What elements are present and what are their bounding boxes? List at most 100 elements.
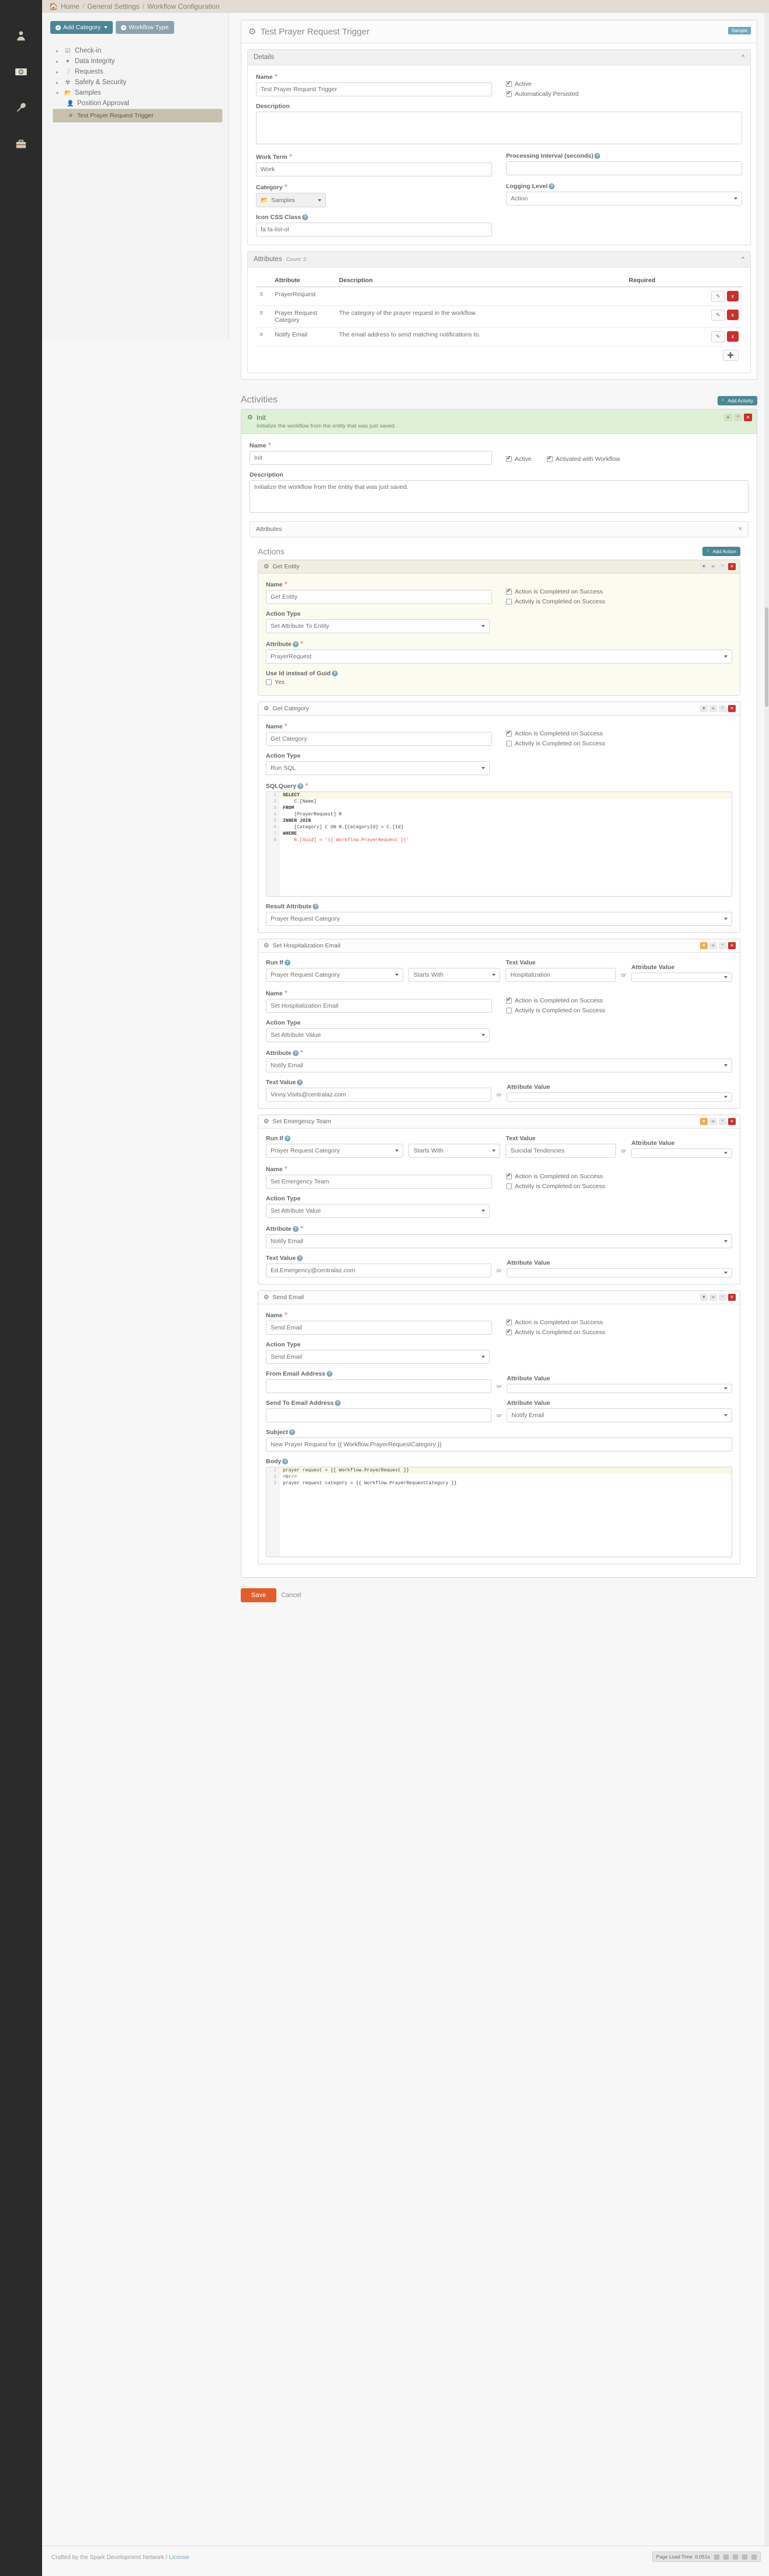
active-checkbox[interactable]: [506, 81, 512, 87]
reorder-icon[interactable]: ≡: [709, 1118, 717, 1125]
action-completed-checkbox[interactable]: [506, 1174, 512, 1179]
help-icon[interactable]: ?: [594, 153, 600, 159]
action-header[interactable]: ⚙ Set Emergency Team ▼ ≡ ^ ✕: [258, 1115, 740, 1129]
from-attribute-value-select[interactable]: [507, 1384, 732, 1393]
activity-active-checkbox[interactable]: [506, 456, 512, 462]
tree-item-check-in[interactable]: ▸ ☑ Check-in: [53, 46, 223, 56]
attribute-value-select[interactable]: [507, 1268, 732, 1277]
chevron-up-icon[interactable]: ^: [742, 54, 744, 61]
text-value-input[interactable]: [266, 1088, 491, 1102]
debug-icon-4[interactable]: [742, 2554, 747, 2560]
filter-icon[interactable]: ▼: [700, 1118, 708, 1125]
table-row[interactable]: ≡ Prayer Request Category The category o…: [256, 306, 742, 328]
attribute-value-select[interactable]: [507, 1092, 732, 1102]
help-icon[interactable]: ?: [302, 214, 308, 220]
action-completed-checkbox[interactable]: [506, 731, 512, 737]
activity-completed-checkbox[interactable]: [506, 1008, 512, 1013]
description-textarea[interactable]: [256, 112, 742, 144]
action-type-select[interactable]: Set Attribute Value: [266, 1028, 490, 1042]
action-name-input[interactable]: [266, 732, 492, 746]
debug-bar[interactable]: Page Load Time: 0.051s: [652, 2551, 761, 2562]
wrench-icon[interactable]: [0, 90, 42, 126]
debug-icon-3[interactable]: [733, 2554, 738, 2560]
chevron-down-icon[interactable]: ˅: [739, 526, 742, 533]
action-attribute-select[interactable]: Notify Email: [266, 1058, 732, 1072]
edit-attribute-button[interactable]: ✎: [711, 310, 725, 321]
person-icon[interactable]: [0, 18, 42, 54]
activity-completed-checkbox[interactable]: [506, 599, 512, 605]
activity-completed-row[interactable]: Activity is Completed on Success: [506, 1329, 732, 1336]
tree-item-position-approval[interactable]: 👤 Position Approval: [53, 98, 223, 109]
activity-active-row[interactable]: Active: [506, 449, 532, 468]
action-name-input[interactable]: [266, 1321, 492, 1335]
debug-icon-2[interactable]: [723, 2554, 729, 2560]
action-type-select[interactable]: Send Email: [266, 1350, 490, 1364]
twisty-icon[interactable]: ▾: [56, 91, 61, 96]
delete-action-button[interactable]: ✕: [728, 563, 736, 570]
active-checkbox-row[interactable]: Active: [506, 81, 742, 88]
help-icon[interactable]: ?: [332, 671, 338, 676]
run-if-attribute-select[interactable]: Prayer Request Category: [266, 968, 403, 982]
action-header[interactable]: ⚙ Get Entity ▼ ≡ ^ ✕: [258, 560, 740, 574]
drag-handle-icon[interactable]: ≡: [259, 331, 263, 338]
breadcrumb-item-1[interactable]: Workflow Configuration: [147, 2, 220, 11]
run-if-attribute-value-select[interactable]: [631, 1148, 732, 1158]
delete-action-button[interactable]: ✕: [728, 942, 736, 949]
subject-input[interactable]: [266, 1438, 732, 1452]
debug-icon-5[interactable]: [751, 2554, 757, 2560]
action-name-input[interactable]: [266, 1175, 492, 1189]
category-select[interactable]: 📂 Samples: [256, 193, 326, 207]
help-icon[interactable]: ?: [549, 183, 555, 189]
icon-css-input[interactable]: [256, 223, 492, 237]
auto-persist-checkbox-row[interactable]: Automatically Persisted: [506, 91, 742, 98]
action-attribute-select[interactable]: Notify Email: [266, 1234, 732, 1248]
twisty-icon[interactable]: ▸: [56, 59, 61, 64]
attributes-section-header[interactable]: Attributes Count: 3 ^: [248, 252, 750, 268]
footer-license-link[interactable]: License: [169, 2554, 189, 2561]
breadcrumb-home[interactable]: Home: [61, 2, 79, 11]
activity-name-input[interactable]: [250, 451, 492, 465]
help-icon[interactable]: ?: [293, 1226, 299, 1232]
text-value-input[interactable]: [266, 1263, 491, 1277]
processing-interval-input[interactable]: [506, 161, 742, 175]
use-id-option-row[interactable]: Yes: [266, 679, 732, 686]
action-completed-row[interactable]: Action is Completed on Success: [506, 588, 732, 595]
help-icon[interactable]: ?: [327, 1371, 332, 1377]
activity-activated-row[interactable]: Activated with Workflow: [547, 449, 621, 468]
table-row[interactable]: ≡ Notify Email The email address to send…: [256, 328, 742, 346]
run-if-operator-select[interactable]: Starts With: [408, 968, 500, 982]
action-type-select[interactable]: Run SQL: [266, 761, 490, 775]
edit-attribute-button[interactable]: ✎: [711, 291, 725, 302]
activity-description-textarea[interactable]: Initialize the workflow from the entity …: [250, 480, 749, 513]
twisty-icon[interactable]: ▸: [56, 70, 61, 75]
result-attribute-select[interactable]: Prayer Request Category: [266, 912, 732, 926]
run-if-text-value-input[interactable]: [505, 1144, 615, 1158]
tree-item-samples[interactable]: ▾ 📂 Samples: [53, 88, 223, 98]
action-header[interactable]: ⚙ Send Email ▼ ≡ ^ ✕: [258, 1291, 740, 1304]
money-icon[interactable]: 1: [0, 54, 42, 90]
run-if-attribute-value-select[interactable]: [631, 973, 732, 982]
chevron-up-icon[interactable]: ^: [734, 414, 742, 421]
chevron-up-icon[interactable]: ^: [719, 563, 726, 570]
reorder-icon[interactable]: ≡: [724, 414, 732, 421]
activity-completed-row[interactable]: Activity is Completed on Success: [506, 740, 732, 747]
help-icon[interactable]: ?: [282, 1459, 288, 1464]
help-icon[interactable]: ?: [293, 641, 299, 647]
delete-action-button[interactable]: ✕: [728, 1118, 736, 1125]
twisty-icon[interactable]: ▸: [56, 80, 61, 85]
action-completed-row[interactable]: Action is Completed on Success: [506, 1319, 732, 1326]
action-header[interactable]: ⚙ Set Hospitalization Email ▼ ≡ ^ ✕: [258, 939, 740, 953]
workflow-type-button[interactable]: + Workflow Type: [116, 21, 174, 34]
debug-icon-1[interactable]: [714, 2554, 719, 2560]
chevron-up-icon[interactable]: ^: [719, 942, 726, 949]
action-completed-checkbox[interactable]: [506, 589, 512, 595]
filter-icon[interactable]: ▼: [700, 942, 708, 949]
help-icon[interactable]: ?: [297, 1255, 303, 1261]
help-icon[interactable]: ?: [313, 904, 318, 909]
activity-completed-row[interactable]: Activity is Completed on Success: [506, 1007, 732, 1014]
save-button[interactable]: Save: [241, 1588, 276, 1602]
logging-level-select[interactable]: Action: [506, 192, 742, 206]
from-email-input[interactable]: [266, 1379, 491, 1393]
table-row[interactable]: ≡ PrayerRequest ✎ x: [256, 287, 742, 306]
name-input[interactable]: [256, 82, 492, 96]
